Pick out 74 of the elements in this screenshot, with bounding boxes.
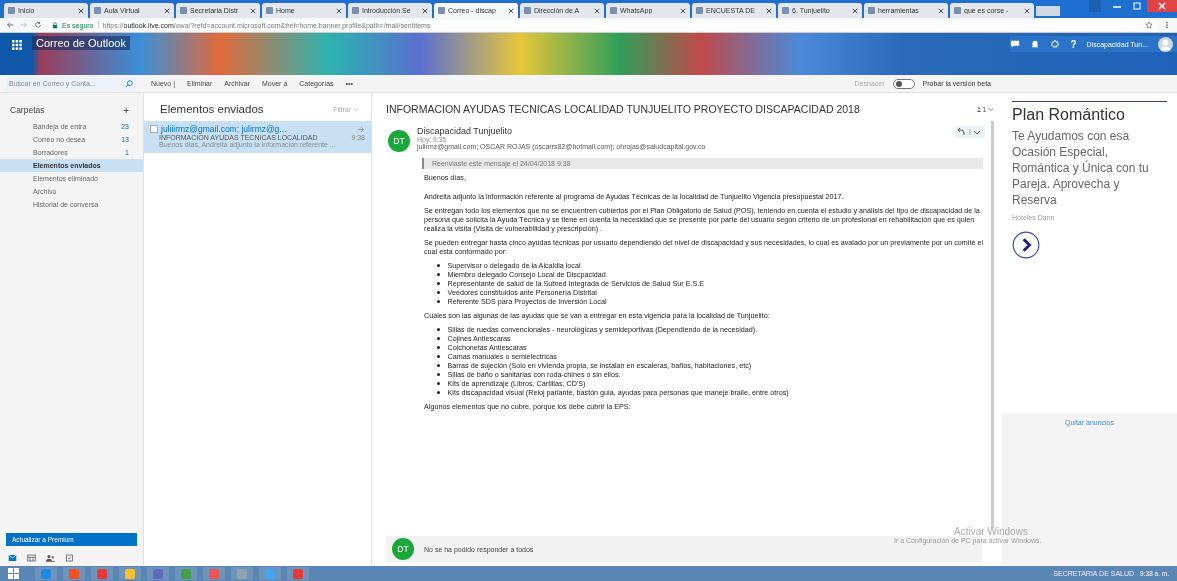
bullet-icon: [437, 291, 440, 294]
page-icon: [524, 7, 531, 14]
menu-icon[interactable]: [1163, 21, 1171, 29]
bullet-icon: [437, 382, 440, 385]
chevron-down-icon: [353, 106, 359, 112]
page-icon: [696, 7, 703, 14]
app-launcher-icon[interactable]: [12, 40, 22, 50]
tasks-icon[interactable]: [65, 554, 74, 562]
bullet-icon: [437, 364, 440, 367]
toggle-switch[interactable]: [892, 78, 915, 89]
sender-name[interactable]: Discapacidad Tunjuelito: [417, 126, 948, 136]
page-icon: [8, 7, 15, 14]
lock-icon: [52, 21, 58, 29]
close-icon[interactable]: [766, 7, 772, 14]
close-icon[interactable]: [852, 7, 858, 14]
close-icon[interactable]: [594, 7, 600, 14]
bullet-icon: [437, 273, 440, 276]
ad-text: Te Ayudamos con esa Ocasión Especial, Romántica y Única con tu Pareja. Aprovecha y Reserva: [1012, 128, 1150, 208]
chevron-down-icon: [988, 106, 994, 112]
close-icon[interactable]: [78, 7, 84, 14]
close-icon[interactable]: [164, 7, 170, 14]
bookmark-star-icon[interactable]: [1145, 21, 1153, 29]
reload-icon[interactable]: [34, 21, 42, 29]
chevron-circle-icon[interactable]: [1012, 231, 1040, 259]
people-icon[interactable]: [46, 554, 55, 562]
checkbox[interactable]: [150, 125, 158, 133]
close-icon[interactable]: [680, 7, 686, 14]
person-icon: [976, 106, 983, 112]
ad-title: Plan Romántico: [1012, 101, 1167, 124]
page-icon: [782, 7, 789, 14]
bullet-icon: [437, 282, 440, 285]
close-icon[interactable]: [422, 7, 428, 14]
sender-avatar: DT: [392, 538, 414, 560]
settings-icon[interactable]: [1050, 39, 1061, 49]
add-folder-button[interactable]: +: [123, 105, 129, 116]
page-icon: [438, 7, 445, 14]
close-icon[interactable]: [1147, 0, 1177, 12]
bullet-icon: [437, 355, 440, 358]
search-icon: [125, 79, 133, 88]
bullet-icon: [437, 300, 440, 303]
sender-avatar: DT: [388, 130, 410, 152]
close-icon[interactable]: [336, 7, 342, 14]
bullet-icon: [437, 337, 440, 340]
bullet-icon: [437, 264, 440, 267]
page-icon: [610, 7, 617, 14]
close-icon[interactable]: [508, 7, 514, 14]
windows-start-icon[interactable]: [8, 568, 19, 579]
calendar-icon[interactable]: [27, 554, 36, 562]
mail-icon[interactable]: [8, 554, 17, 562]
page-icon: [954, 7, 961, 14]
bullet-icon: [437, 373, 440, 376]
avatar-icon[interactable]: [1158, 36, 1173, 52]
forwarded-arrow-icon: [357, 125, 365, 133]
bullet-icon: [437, 346, 440, 349]
page-icon: [868, 7, 875, 14]
bullet-icon: [437, 328, 440, 331]
reply-all-icon[interactable]: [955, 126, 985, 138]
close-icon[interactable]: [250, 7, 256, 14]
page-icon: [180, 7, 187, 14]
page-icon: [94, 7, 101, 14]
close-icon[interactable]: [938, 7, 944, 14]
email-subject: INFORMACION AYUDAS TECNICAS LOCALIDAD TUNJUELITO PROYECTO DISCAPACIDAD 2018: [386, 103, 861, 115]
bell-icon[interactable]: [1030, 39, 1041, 49]
close-icon[interactable]: [1024, 7, 1030, 14]
bullet-icon: [437, 391, 440, 394]
app-title: Correo de Outlook: [32, 36, 130, 50]
back-icon[interactable]: [6, 21, 14, 29]
folders-header[interactable]: Carpetas: [10, 105, 45, 116]
page-icon: [352, 7, 359, 14]
page-icon: [266, 7, 273, 14]
chat-icon[interactable]: [1010, 39, 1021, 49]
activation-title: Activar Windows: [954, 526, 1029, 537]
help-button[interactable]: ?: [1070, 38, 1077, 50]
folder-title: Elementos enviados: [160, 103, 264, 115]
